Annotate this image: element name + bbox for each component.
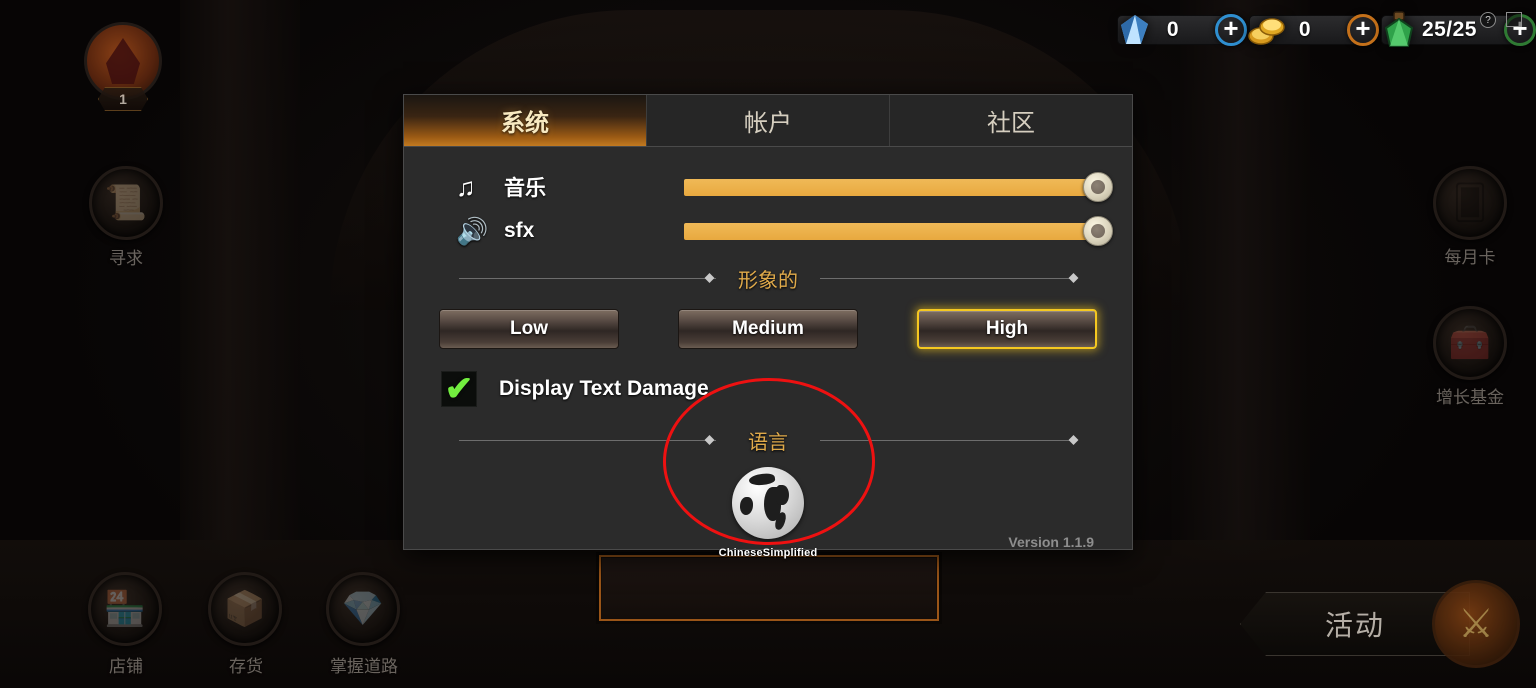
language-section-title: 语言 [734,425,802,455]
bottom-nav-shop[interactable]: 🏪 [88,572,162,646]
background-pillar-right [1180,0,1310,560]
sidebar-item-growth-fund-label: 增长基金 [1436,388,1504,407]
divider-line-left [459,278,716,279]
display-text-damage-label: Display Text Damage [499,377,709,400]
display-text-damage-row: ✔ Display Text Damage [404,349,1132,407]
display-text-damage-checkbox[interactable]: ✔ [441,371,477,407]
gem-icon [1113,9,1157,51]
add-gold-button[interactable]: + [1346,13,1379,46]
music-label: 音乐 [504,177,546,200]
divider-line-right [820,278,1077,279]
globe-icon[interactable] [732,467,804,539]
mastery-crystals-icon: 💎 [341,590,385,628]
player-level-badge: 1 [98,87,148,111]
language-section-divider: 语言 [459,425,1079,455]
plus-icon: + [1223,13,1239,43]
music-note-icon: ♫ [456,171,476,202]
currency-energy: 25/25 + ? [1380,8,1536,52]
divider-line-right [820,440,1077,441]
energy-potion-icon [1377,9,1421,51]
bottom-nav-mastery-label: 掌握道路 [330,657,398,676]
game-screen: 1 📜 寻求 🂠 每月卡 🧰 增长基金 🏪 店铺 📦 存货 💎 掌握道路 活动 … [0,0,1536,688]
graphics-section-title: 形象的 [724,263,812,293]
divider-diamond-left [704,435,715,445]
version-label: Version 1.1.9 [1008,534,1094,550]
sfx-label: sfx [504,219,535,242]
divider-line-left [459,440,716,441]
help-icon[interactable]: ? [1480,12,1496,28]
quality-low-button[interactable]: Low [439,309,619,349]
currency-gold: 0 + [1248,8,1379,52]
plus-icon: + [1355,13,1371,43]
activity-label: 活动 [1324,610,1385,641]
monthly-card-icon: 🂠 [1452,184,1488,222]
sidebar-item-growth-fund[interactable]: 🧰 [1433,306,1507,380]
inventory-box-icon: 📦 [223,590,267,628]
sidebar-item-monthly-card[interactable]: 🂠 [1433,166,1507,240]
settings-panel: ♫ 音乐 🔊 sfx 形象的 Low Medium High ✔ Display… [404,165,1132,568]
speaker-icon: 🔊 [456,215,489,246]
sfx-volume-slider-handle[interactable] [1083,215,1113,246]
music-volume-slider[interactable] [684,171,1113,202]
settings-tabs: 系统 帐户 社区 [404,95,1132,147]
settings-dialog: 系统 帐户 社区 ♫ 音乐 🔊 sfx 形象的 Low Medium High … [403,94,1133,559]
bottom-nav-inventory[interactable]: 📦 [208,572,282,646]
check-icon: ✔ [444,370,474,408]
activity-emblem-button[interactable]: ⚔ [1432,580,1520,668]
tab-system[interactable]: 系统 [404,95,647,146]
setting-music: ♫ 音乐 [404,165,1132,209]
currency-hud: 0 + 0 + 25/25 + ? [1116,8,1536,52]
crossed-swords-icon: ⚔ [1458,602,1494,646]
sidebar-item-monthly-card-label: 每月卡 [1444,248,1496,267]
sidebar-item-quest[interactable]: 📜 [89,166,163,240]
mail-icon[interactable] [1506,12,1522,27]
quality-high-button[interactable]: High [917,309,1097,349]
coin-icon [1245,9,1289,51]
setting-sfx: 🔊 sfx [404,209,1132,253]
add-gems-button[interactable]: + [1214,13,1247,46]
graphics-section-divider: 形象的 [459,263,1079,293]
sfx-volume-slider[interactable] [684,215,1113,246]
currency-gems: 0 + [1116,8,1247,52]
tab-account[interactable]: 帐户 [647,95,890,146]
shop-stall-icon: 🏪 [103,590,147,628]
graphics-quality-options: Low Medium High [404,293,1132,349]
quest-scroll-icon: 📜 [104,184,148,222]
bottom-nav-mastery[interactable]: 💎 [326,572,400,646]
divider-diamond-right [1068,273,1079,283]
sidebar-item-quest-label: 寻求 [109,249,143,268]
quality-medium-button[interactable]: Medium [678,309,858,349]
tab-community[interactable]: 社区 [890,95,1132,146]
avatar-portrait-icon [106,38,140,84]
player-level-value: 1 [119,91,127,107]
divider-diamond-right [1068,435,1079,445]
growth-fund-chest-icon: 🧰 [1448,324,1492,362]
music-volume-slider-handle[interactable] [1083,171,1113,202]
divider-diamond-left [704,273,715,283]
background-pillar-left [180,0,300,560]
